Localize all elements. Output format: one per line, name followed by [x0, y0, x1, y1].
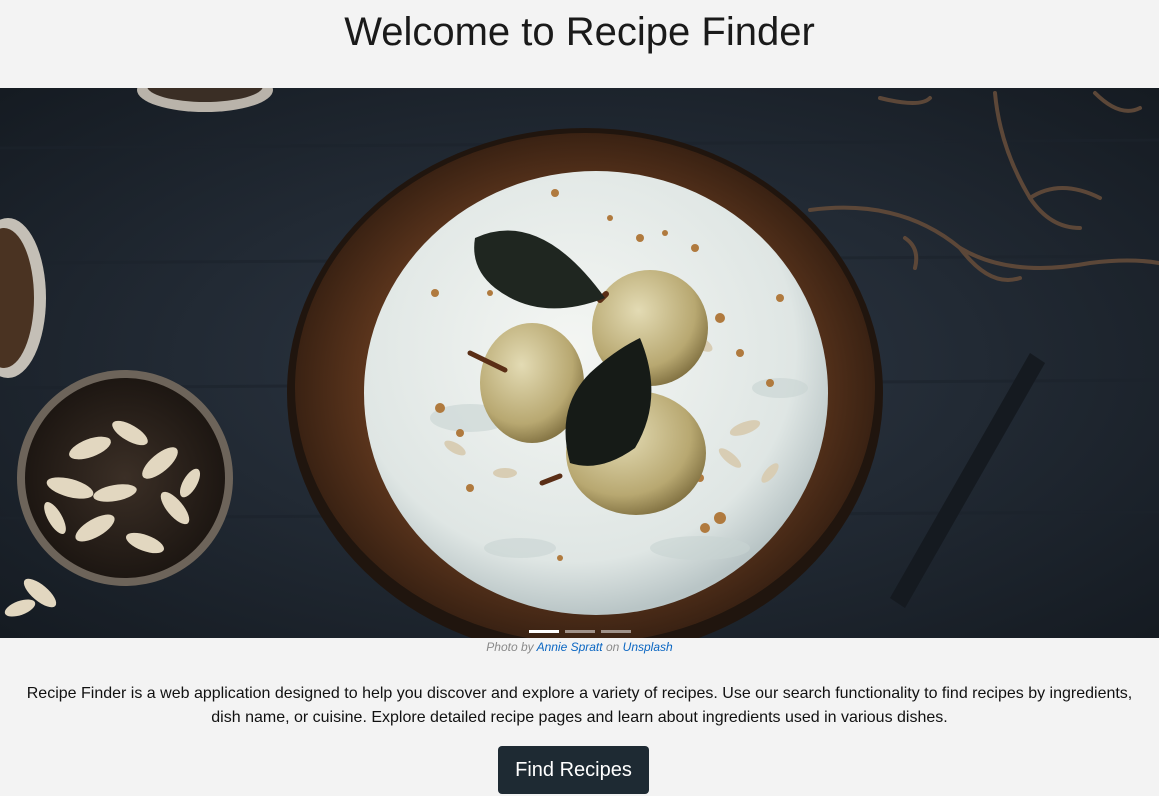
page-title: Welcome to Recipe Finder [344, 10, 815, 54]
carousel-indicators [0, 630, 1159, 633]
credit-author-link[interactable]: Annie Spratt [537, 640, 603, 654]
hero-image [0, 88, 1159, 638]
page: Welcome to Recipe Finder Photo by Annie … [0, 0, 1159, 796]
credit-prefix: Photo by [486, 640, 534, 654]
find-recipes-button[interactable]: Find Recipes [498, 746, 649, 794]
hero-carousel[interactable] [0, 88, 1159, 638]
photo-credit: Photo by Annie Spratt on Unsplash [0, 640, 1159, 654]
credit-source-link[interactable]: Unsplash [623, 640, 673, 654]
credit-middle: on [605, 640, 620, 654]
carousel-indicator-2[interactable] [564, 630, 595, 633]
carousel-indicator-1[interactable] [528, 630, 559, 633]
intro-text: Recipe Finder is a web application desig… [26, 685, 1133, 726]
carousel-indicator-3[interactable] [600, 630, 631, 633]
